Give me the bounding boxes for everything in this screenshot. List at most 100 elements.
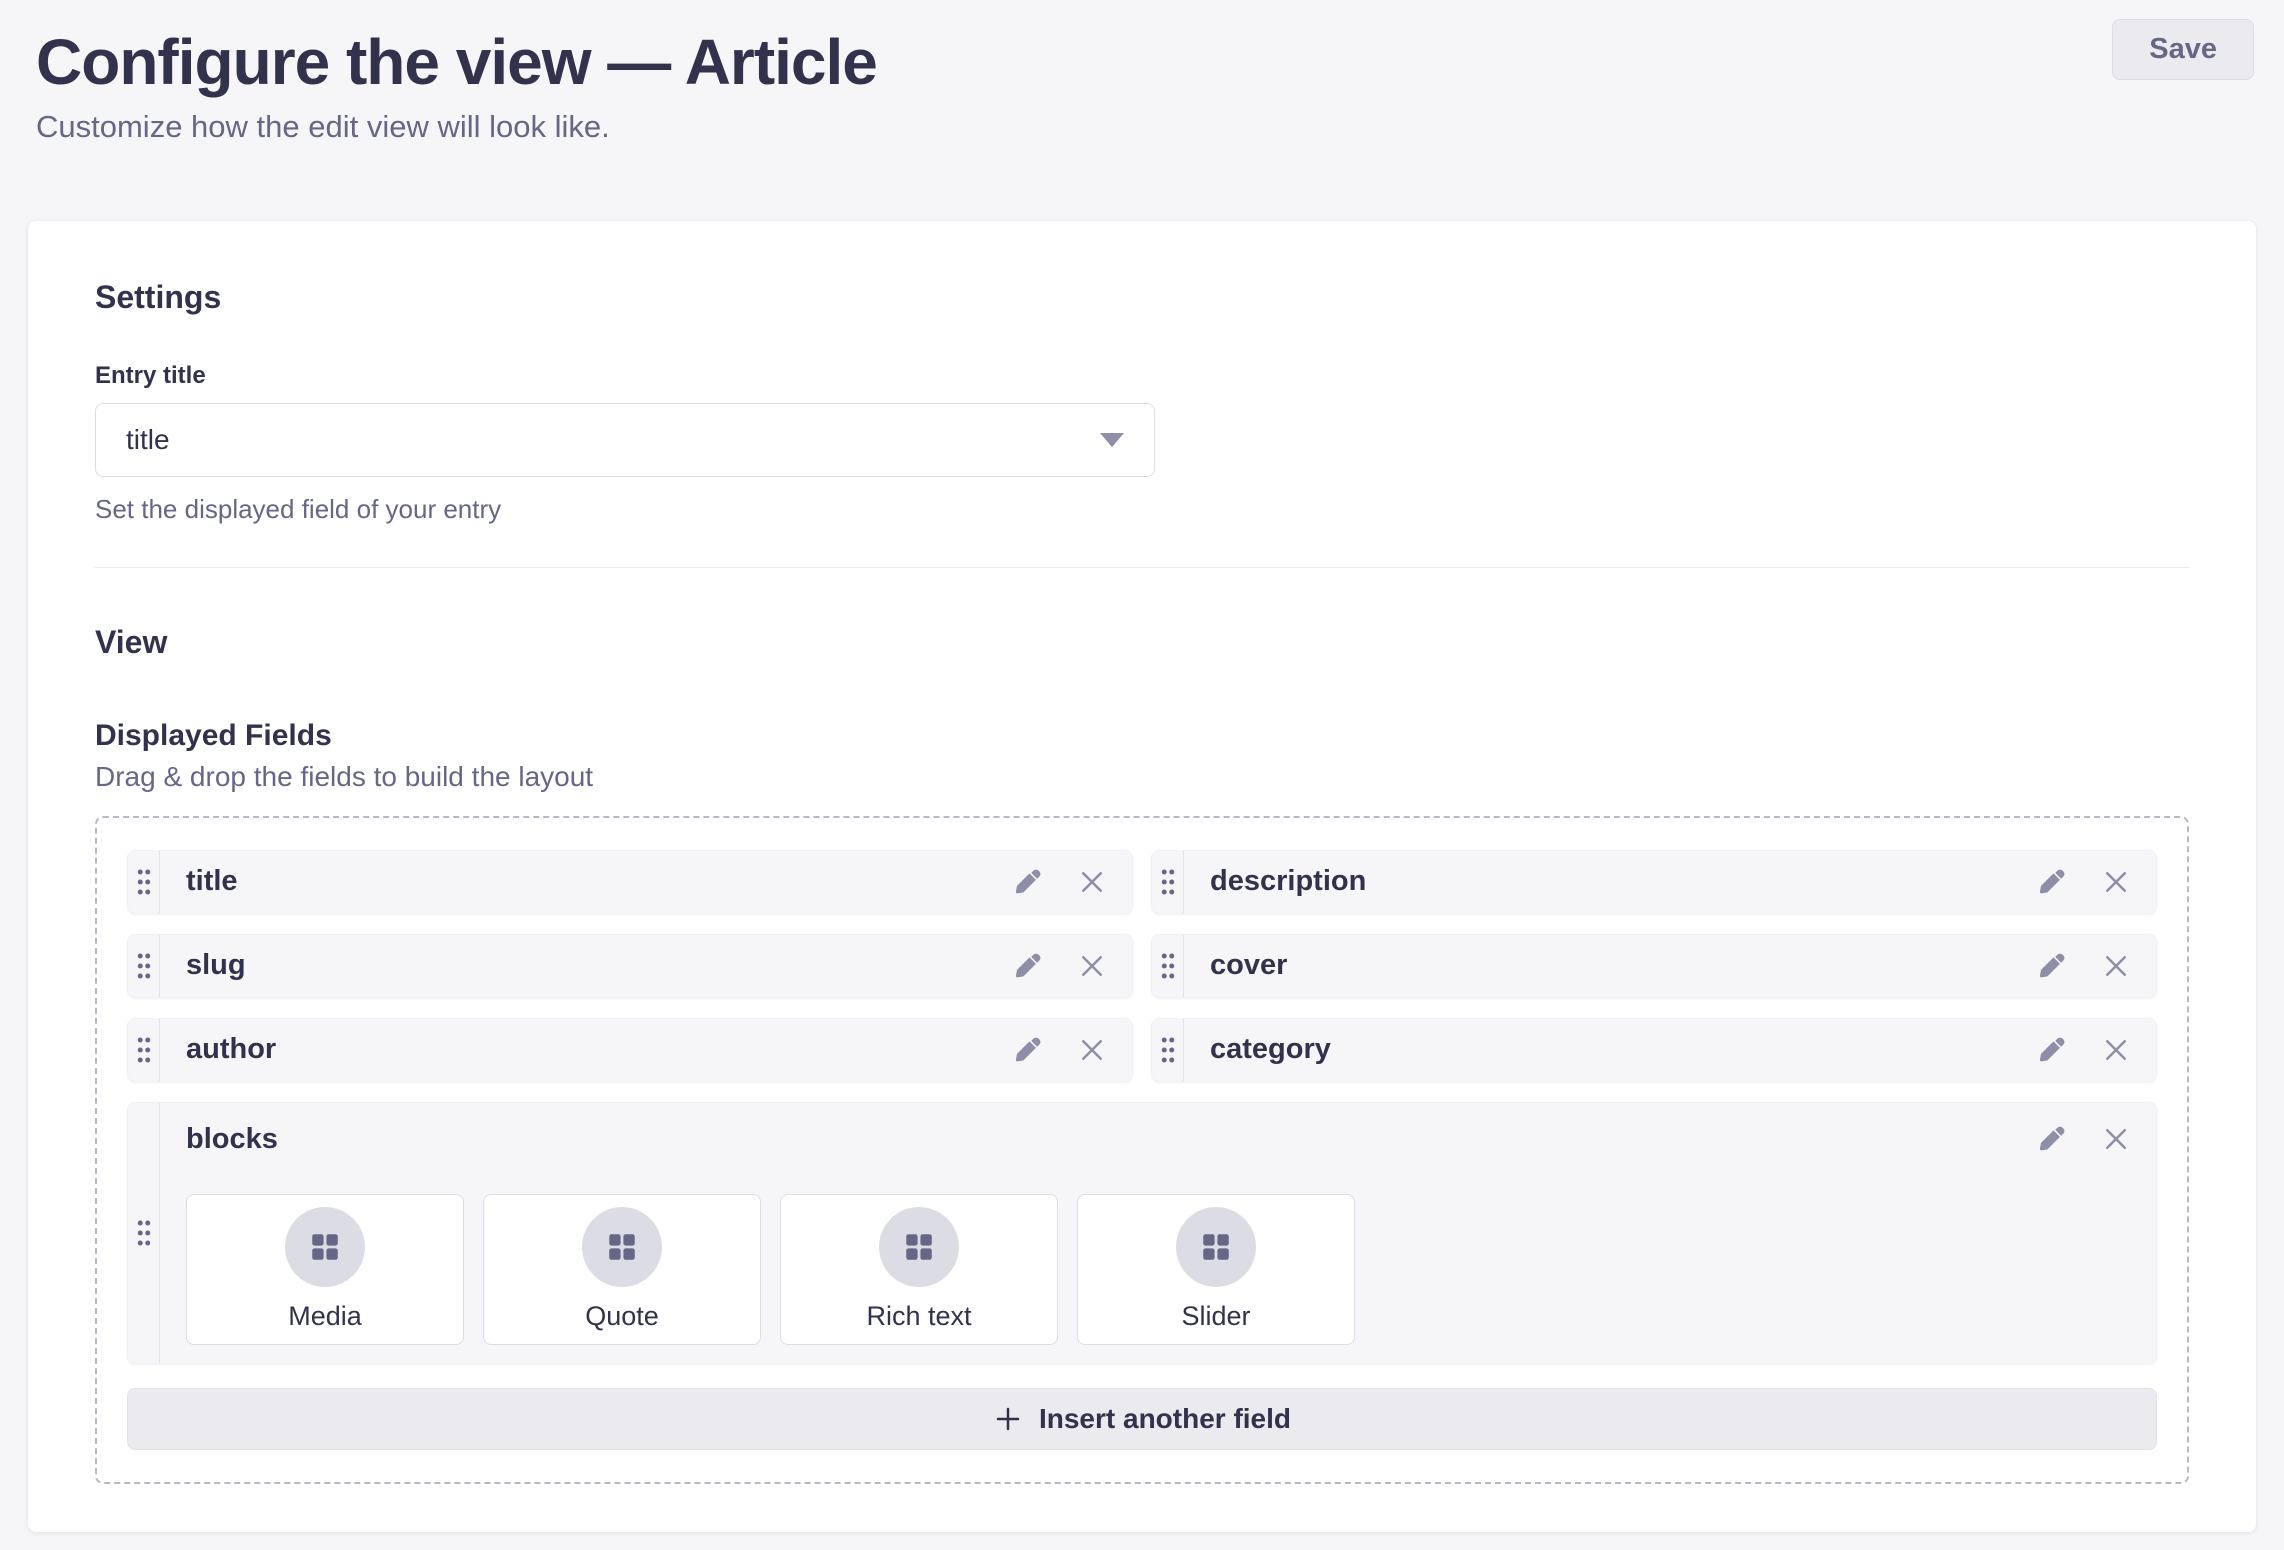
- field-name: author: [186, 1033, 1012, 1066]
- remove-field-button[interactable]: [1076, 866, 1108, 898]
- component-icon-circle: [285, 1207, 365, 1287]
- remove-field-button[interactable]: [2100, 1123, 2132, 1155]
- blocks-head: blocks: [186, 1123, 2132, 1156]
- drag-handle-icon: [1158, 867, 1178, 897]
- section-divider: [95, 567, 2189, 568]
- component-label: Media: [288, 1301, 362, 1332]
- field-name: category: [1210, 1033, 2036, 1066]
- save-button[interactable]: Save: [2112, 19, 2254, 80]
- drag-handle[interactable]: [1152, 1019, 1184, 1081]
- x-icon: [1077, 867, 1107, 897]
- components-row: Media Quote Rich text: [186, 1194, 2132, 1345]
- component-grid-icon: [1199, 1230, 1233, 1264]
- settings-heading: Settings: [95, 277, 2189, 317]
- insert-field-button[interactable]: Insert another field: [127, 1388, 2157, 1450]
- component-label: Slider: [1181, 1301, 1250, 1332]
- component-card[interactable]: Quote: [483, 1194, 761, 1345]
- remove-field-button[interactable]: [1076, 1034, 1108, 1066]
- displayed-fields-label: Displayed Fields: [95, 718, 2189, 754]
- entry-title-label: Entry title: [95, 361, 2189, 391]
- x-icon: [2101, 1124, 2131, 1154]
- component-icon-circle: [879, 1207, 959, 1287]
- field-name: description: [1210, 865, 2036, 898]
- field-card[interactable]: slug: [127, 934, 1133, 998]
- fields-grid: title description: [127, 850, 2157, 1364]
- drag-handle-icon: [1158, 951, 1178, 981]
- drag-handle-icon: [134, 1035, 154, 1065]
- insert-field-label: Insert another field: [1039, 1403, 1291, 1435]
- component-grid-icon: [605, 1230, 639, 1264]
- page-subtitle: Customize how the edit view will look li…: [36, 109, 2254, 145]
- remove-field-button[interactable]: [2100, 950, 2132, 982]
- edit-field-button[interactable]: [1012, 950, 1044, 982]
- remove-field-button[interactable]: [1076, 950, 1108, 982]
- field-content: slug: [160, 935, 1132, 997]
- field-content: author: [160, 1019, 1132, 1081]
- field-card[interactable]: category: [1151, 1018, 2157, 1082]
- remove-field-button[interactable]: [2100, 1034, 2132, 1066]
- field-card[interactable]: title: [127, 850, 1133, 914]
- drag-handle-icon: [134, 951, 154, 981]
- field-content: description: [1184, 851, 2156, 913]
- drag-handle[interactable]: [128, 935, 160, 997]
- plus-icon: [993, 1404, 1023, 1434]
- field-content: category: [1184, 1019, 2156, 1081]
- edit-field-button[interactable]: [1012, 1034, 1044, 1066]
- edit-field-button[interactable]: [2036, 1034, 2068, 1066]
- displayed-fields-hint: Drag & drop the fields to build the layo…: [95, 760, 2189, 794]
- edit-field-button[interactable]: [1012, 866, 1044, 898]
- pencil-icon: [2037, 1124, 2067, 1154]
- x-icon: [2101, 1035, 2131, 1065]
- entry-title-select-value: title: [126, 424, 170, 456]
- component-card[interactable]: Media: [186, 1194, 464, 1345]
- drag-handle[interactable]: [1152, 935, 1184, 997]
- component-icon-circle: [582, 1207, 662, 1287]
- component-card[interactable]: Rich text: [780, 1194, 1058, 1345]
- pencil-icon: [2037, 1035, 2067, 1065]
- x-icon: [2101, 951, 2131, 981]
- component-grid-icon: [308, 1230, 342, 1264]
- field-name: cover: [1210, 949, 2036, 982]
- field-name: slug: [186, 949, 1012, 982]
- field-content: cover: [1184, 935, 2156, 997]
- pencil-icon: [2037, 867, 2067, 897]
- remove-field-button[interactable]: [2100, 866, 2132, 898]
- drag-handle[interactable]: [1152, 851, 1184, 913]
- field-name: blocks: [186, 1123, 2036, 1156]
- drag-handle-icon: [134, 867, 154, 897]
- drag-handle-icon: [1158, 1035, 1178, 1065]
- field-card[interactable]: cover: [1151, 934, 2157, 998]
- config-panel: Settings Entry title title Set the displ…: [28, 221, 2256, 1532]
- field-content: title: [160, 851, 1132, 913]
- field-card[interactable]: author: [127, 1018, 1133, 1082]
- blocks-content: blocks Media: [160, 1103, 2156, 1363]
- edit-field-button[interactable]: [2036, 1123, 2068, 1155]
- drag-handle-icon: [134, 1218, 154, 1248]
- pencil-icon: [1013, 1035, 1043, 1065]
- edit-field-button[interactable]: [2036, 866, 2068, 898]
- x-icon: [2101, 867, 2131, 897]
- pencil-icon: [2037, 951, 2067, 981]
- field-card-blocks[interactable]: blocks Media: [127, 1102, 2157, 1364]
- drag-handle[interactable]: [128, 1019, 160, 1081]
- caret-down-icon: [1100, 433, 1124, 447]
- entry-title-select[interactable]: title: [95, 403, 1155, 477]
- component-label: Rich text: [866, 1301, 971, 1332]
- field-card[interactable]: description: [1151, 850, 2157, 914]
- field-name: title: [186, 865, 1012, 898]
- view-heading: View: [95, 622, 2189, 662]
- page-title: Configure the view — Article: [36, 24, 2254, 101]
- drag-handle[interactable]: [128, 851, 160, 913]
- pencil-icon: [1013, 951, 1043, 981]
- page-header: Configure the view — Article Customize h…: [0, 0, 2284, 145]
- edit-field-button[interactable]: [2036, 950, 2068, 982]
- component-icon-circle: [1176, 1207, 1256, 1287]
- entry-title-hint: Set the displayed field of your entry: [95, 493, 2189, 525]
- component-card[interactable]: Slider: [1077, 1194, 1355, 1345]
- pencil-icon: [1013, 867, 1043, 897]
- x-icon: [1077, 1035, 1107, 1065]
- x-icon: [1077, 951, 1107, 981]
- fields-dropzone: title description: [95, 816, 2189, 1484]
- drag-handle[interactable]: [128, 1103, 160, 1363]
- component-label: Quote: [585, 1301, 659, 1332]
